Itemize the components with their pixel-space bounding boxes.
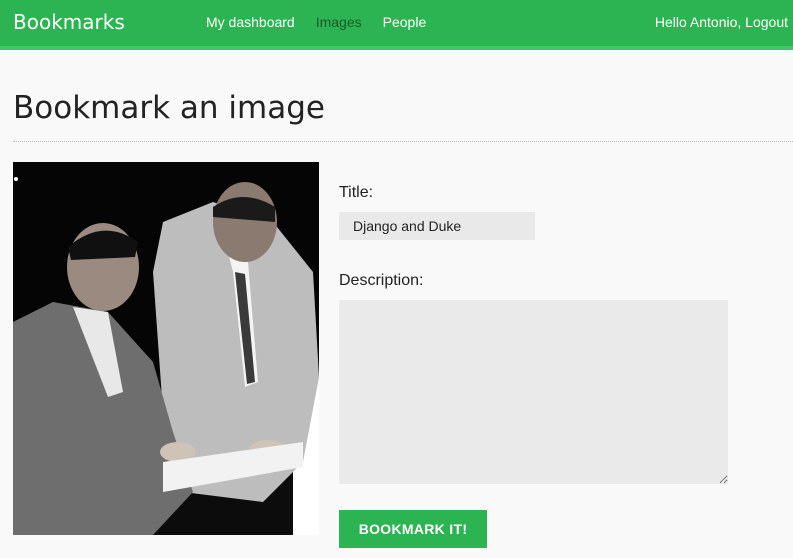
menu-item-people[interactable]: People: [383, 14, 427, 30]
user-greeting: Hello Antonio,: [654, 14, 742, 30]
bookmark-image-preview: [13, 162, 319, 535]
user-area: Hello Antonio, Logout: [655, 14, 788, 30]
menu-item-images[interactable]: Images: [316, 14, 362, 30]
logo-link[interactable]: Bookmarks: [13, 10, 125, 34]
title-divider: [13, 141, 793, 142]
photo-illustration: [13, 162, 319, 535]
title-label: Title:: [339, 184, 374, 201]
main-menu: My dashboard Images People: [206, 14, 447, 30]
logout-link[interactable]: Logout: [745, 14, 788, 30]
bookmark-it-button[interactable]: BOOKMARK IT!: [339, 510, 487, 548]
top-bar: Bookmarks My dashboard Images People Hel…: [0, 0, 793, 50]
page-title: Bookmark an image: [13, 90, 325, 126]
description-textarea[interactable]: [339, 300, 728, 484]
description-label: Description:: [339, 272, 424, 289]
title-input[interactable]: [339, 212, 535, 240]
menu-item-dashboard[interactable]: My dashboard: [206, 14, 295, 30]
